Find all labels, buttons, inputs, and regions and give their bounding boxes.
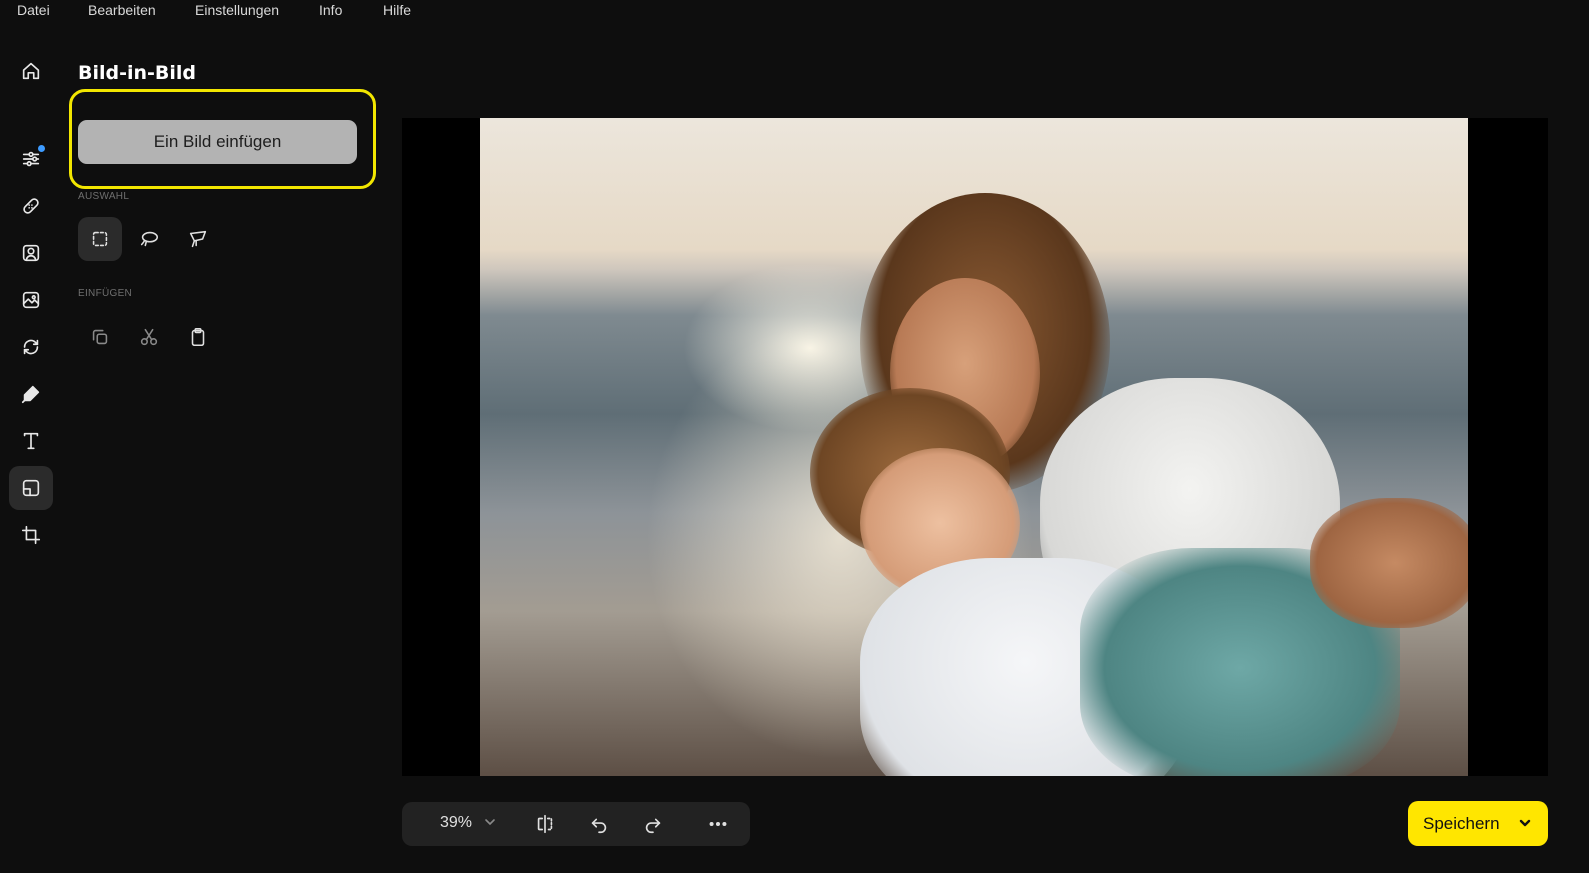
portrait-button[interactable]	[9, 231, 53, 275]
menu-item-einstellungen[interactable]: Einstellungen	[195, 2, 279, 18]
polygon-lasso-icon	[189, 230, 207, 248]
chevron-down-icon[interactable]	[1518, 816, 1532, 830]
panel-title: Bild-in-Bild	[78, 62, 197, 84]
crop-icon	[21, 525, 41, 545]
image-canvas[interactable]	[402, 118, 1548, 776]
menu-item-datei[interactable]: Datei	[17, 2, 50, 18]
cut-icon	[140, 328, 158, 346]
zoom-level[interactable]: 39%	[440, 814, 472, 832]
rect-select-icon	[92, 231, 108, 247]
copy-icon	[92, 329, 108, 345]
paste-icon	[191, 327, 205, 347]
redo-icon	[645, 818, 661, 834]
undo-button[interactable]	[588, 813, 610, 835]
home-icon	[22, 62, 40, 80]
lasso-button[interactable]	[127, 217, 171, 261]
chevron-down-icon[interactable]	[484, 816, 496, 828]
redo-button[interactable]	[642, 813, 664, 835]
bottom-toolbar: 39%	[402, 802, 750, 846]
magic-icon	[21, 385, 40, 404]
save-button[interactable]: Speichern	[1408, 801, 1548, 846]
compare-button[interactable]	[534, 813, 556, 835]
transform-button[interactable]	[9, 325, 53, 369]
insert-section-label: EINFÜGEN	[78, 288, 133, 299]
rotate-icon	[23, 339, 39, 355]
image-edit-button[interactable]	[9, 278, 53, 322]
more-button[interactable]	[707, 813, 729, 835]
bandage-icon	[23, 198, 39, 214]
retouch-button[interactable]	[9, 184, 53, 228]
effects-button[interactable]	[9, 372, 53, 416]
paste-button[interactable]	[176, 315, 220, 359]
picture-in-picture-icon	[22, 479, 40, 497]
compare-icon	[537, 814, 553, 834]
rect-select-button[interactable]	[78, 217, 122, 261]
copy-button[interactable]	[78, 315, 122, 359]
selection-section-label: AUSWAHL	[78, 191, 130, 202]
photo-mother-child-beach	[480, 118, 1468, 776]
menu-item-hilfe[interactable]: Hilfe	[383, 2, 411, 18]
crop-button[interactable]	[9, 513, 53, 557]
more-icon	[709, 821, 727, 827]
menu-item-info[interactable]: Info	[319, 2, 342, 18]
home-button[interactable]	[9, 49, 53, 93]
undo-icon	[591, 818, 607, 834]
menu-item-bearbeiten[interactable]: Bearbeiten	[88, 2, 156, 18]
image-edit-icon	[22, 291, 40, 309]
adjust-button[interactable]	[9, 137, 53, 181]
notification-dot	[38, 145, 45, 152]
text-icon	[23, 432, 39, 450]
insert-image-button[interactable]: Ein Bild einfügen	[78, 120, 357, 164]
cut-button[interactable]	[127, 315, 171, 359]
text-button[interactable]	[9, 419, 53, 463]
lasso-icon	[140, 231, 159, 247]
menu-bar: Datei Bearbeiten Einstellungen Info Hilf…	[0, 0, 1589, 24]
portrait-icon	[22, 244, 40, 262]
mother-arm	[1310, 498, 1468, 628]
picture-in-picture-button[interactable]	[9, 466, 53, 510]
save-button-label: Speichern	[1423, 814, 1500, 833]
polygon-lasso-button[interactable]	[176, 217, 220, 261]
